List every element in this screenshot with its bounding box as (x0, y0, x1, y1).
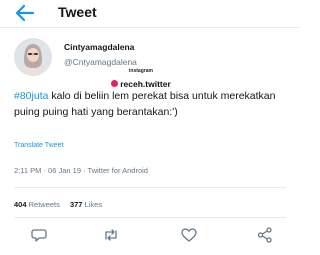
retweets-label: Retweets (28, 200, 60, 209)
watermark-small-text: instagram (129, 68, 153, 74)
avatar[interactable] (14, 38, 52, 76)
likes-stat[interactable]: 377 Likes (70, 200, 102, 209)
retweet-icon[interactable] (102, 226, 120, 244)
top-bar: Tweet (0, 0, 300, 28)
tweet-timestamp: 2:11 PM · 06 Jan 19 · Twitter for Androi… (14, 166, 148, 175)
tweet-time: 2:11 PM (14, 166, 42, 175)
display-name[interactable]: Cintyamagdalena (64, 42, 134, 52)
engagement-stats: 404 Retweets 377 Likes (14, 200, 110, 209)
tweet-text: #80juta kalo di beliin lem perekat bisa … (14, 88, 290, 120)
retweets-stat[interactable]: 404 Retweets (14, 200, 60, 209)
translate-tweet-link[interactable]: Translate Tweet (14, 142, 63, 149)
watermark-dot-icon (111, 80, 119, 87)
likes-count: 377 (69, 200, 83, 209)
share-icon[interactable] (256, 226, 274, 244)
watermark-big-text: receh.twitter (120, 78, 171, 89)
divider (14, 187, 286, 188)
hashtag-link[interactable]: #80juta (14, 90, 48, 102)
back-arrow-icon[interactable] (14, 3, 36, 23)
tweet-date: 06 Jan 19 (48, 166, 81, 175)
likes-label: Likes (84, 200, 103, 209)
page-title: Tweet (58, 4, 97, 20)
retweets-count: 404 (14, 200, 27, 209)
action-bar (30, 226, 280, 244)
user-handle: @Cntyamagdalena (64, 57, 137, 67)
watermark-handle: receh.twitter (111, 79, 171, 89)
reply-icon[interactable] (30, 226, 48, 244)
like-icon[interactable] (180, 226, 198, 244)
divider (14, 217, 286, 218)
tweet-body: kalo di beliin lem perekat bisa untuk me… (14, 90, 276, 118)
tweet-source-link[interactable]: Twitter for Android (88, 166, 148, 175)
